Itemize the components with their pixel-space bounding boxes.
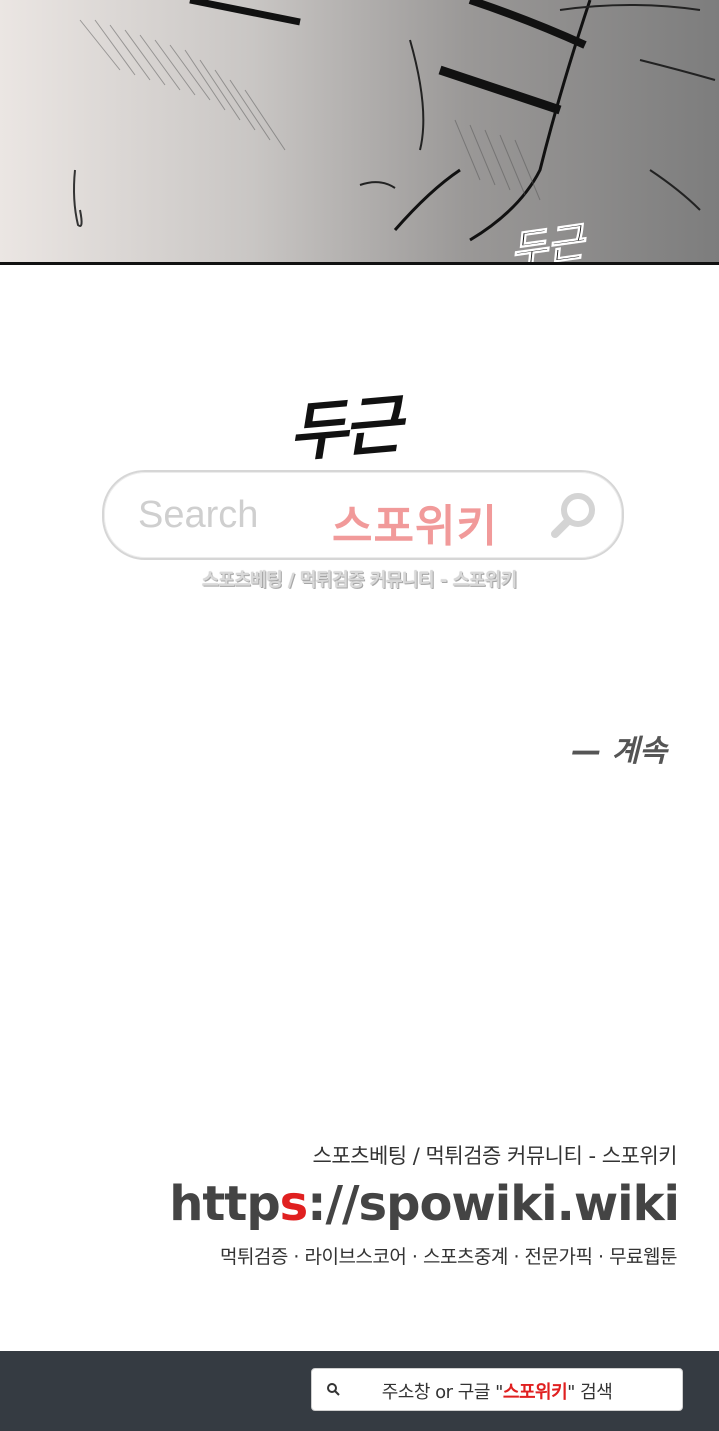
bottom-bar: 주소창 or 구글 "스포위키" 검색 xyxy=(0,1351,719,1431)
bar-quote-close: " xyxy=(567,1382,575,1403)
promo-tagline: 스포츠베팅 / 먹튀검증 커뮤니티 - 스포위키 xyxy=(312,1144,678,1168)
search-brand-text: 스포위키 xyxy=(332,501,498,552)
magnifier-icon xyxy=(548,490,600,546)
bar-text-pre: 주소창 or 구글 xyxy=(381,1382,491,1403)
url-suffix: ://spowiki.wiki xyxy=(307,1176,680,1232)
to-be-continued: — 계속 xyxy=(571,734,667,769)
search-placeholder-text: Search xyxy=(138,494,259,536)
promo-url-link[interactable]: https://spowiki.wiki xyxy=(169,1176,680,1232)
panel-artwork xyxy=(73,0,716,242)
bottom-search-text: 주소창 or 구글 "스포위키" 검색 xyxy=(312,1378,682,1404)
watermark-caption: 스포츠베팅 / 먹튀검증 커뮤니티 - 스포위키 xyxy=(202,570,517,591)
bar-text-post: 검색 xyxy=(574,1382,613,1403)
url-prefix: http xyxy=(169,1176,280,1232)
promo-services: 먹튀검증 · 라이브스코어 · 스포츠중계 · 전문가픽 · 무료웹툰 xyxy=(219,1246,678,1268)
sfx-heartbeat-small: 두근 xyxy=(507,218,588,265)
bar-quote-open: " xyxy=(489,1382,503,1403)
manga-panel: 두근 xyxy=(0,0,719,265)
watermark-searchbox: Search 스포위키 xyxy=(102,470,624,560)
sfx-heartbeat-large: 두근 xyxy=(285,387,402,472)
bottom-search-box[interactable]: 주소창 or 구글 "스포위키" 검색 xyxy=(311,1368,683,1411)
bar-keyword: 스포위키 xyxy=(502,1382,568,1403)
url-highlight: s xyxy=(279,1176,309,1232)
